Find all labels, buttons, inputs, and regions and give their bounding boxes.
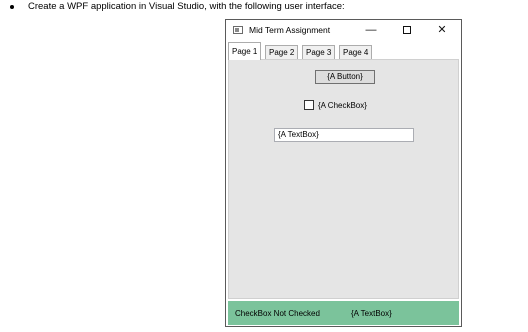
status-bar: CheckBox Not Checked {A TextBox} (228, 301, 459, 325)
a-textbox[interactable]: {A TextBox} (274, 128, 414, 142)
bullet-icon (10, 5, 14, 9)
status-checkbox-state: CheckBox Not Checked (235, 309, 320, 318)
wpf-window: Mid Term Assignment — ✕ Page 1 Page 2 Pa… (225, 19, 462, 327)
tab-page-3[interactable]: Page 3 (302, 45, 336, 59)
maximize-icon (403, 26, 411, 34)
maximize-button[interactable] (394, 22, 420, 39)
close-button[interactable]: ✕ (429, 22, 455, 39)
checkbox-label: {A CheckBox} (318, 100, 367, 110)
page: Create a WPF application in Visual Studi… (0, 0, 528, 332)
status-textbox-value: {A TextBox} (351, 309, 392, 318)
instruction-line: Create a WPF application in Visual Studi… (10, 1, 345, 13)
a-button[interactable]: {A Button} (315, 70, 375, 84)
window-title: Mid Term Assignment (249, 25, 331, 35)
minimize-button[interactable]: — (358, 22, 384, 39)
title-bar[interactable]: Mid Term Assignment — ✕ (226, 20, 461, 41)
tab-page-4[interactable]: Page 4 (339, 45, 373, 59)
tab-page-1[interactable]: Page 1 (228, 42, 262, 60)
a-checkbox[interactable]: {A CheckBox} (304, 100, 367, 110)
tab-strip: Page 1 Page 2 Page 3 Page 4 (228, 42, 461, 60)
checkbox-box[interactable] (304, 100, 314, 110)
window-icon (233, 26, 243, 34)
instruction-text: Create a WPF application in Visual Studi… (28, 1, 345, 12)
tab-content-page-1: {A Button} {A CheckBox} {A TextBox} (228, 59, 459, 299)
tab-page-2[interactable]: Page 2 (265, 45, 299, 59)
